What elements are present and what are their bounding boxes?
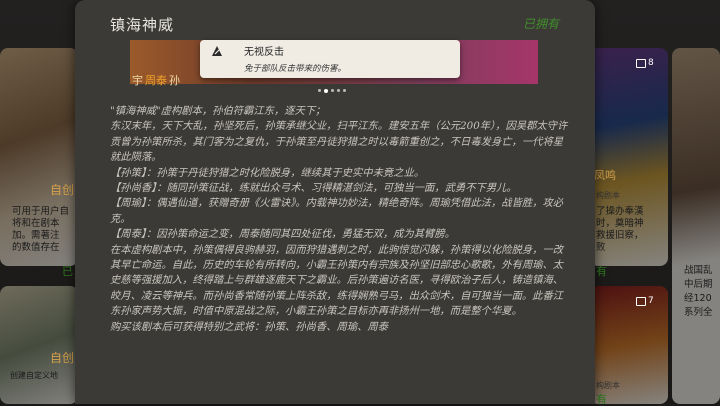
description-paragraph: 【周泰】：因孙策命运之变，周泰随同其四处征伐，勇猛无双，成为其臂膀。 [110, 228, 455, 241]
badge-count: 8 [648, 58, 654, 68]
banner-name: 宇 [132, 74, 143, 87]
scenario-detail-modal: 镇海神威 已拥有 宇 周泰 孙 无视反击 免于部队反击带来的伤害。 "镇海神威"… [75, 0, 595, 404]
scenario-card-custom-map[interactable] [0, 286, 78, 404]
unit-count-badge: 7 [636, 296, 654, 306]
skill-description: 免于部队反击带来的伤害。 [244, 64, 347, 74]
description-paragraph: 【周瑜】：偶遇仙道，获赠奇册《火雷诀》。内载神功妙法，精绝奇阵。周瑜凭借此法，战… [110, 197, 564, 225]
banner-name: 周泰 [145, 74, 167, 87]
scenario-card-warring-states[interactable] [672, 48, 720, 404]
unit-count-badge: 8 [636, 58, 654, 68]
card-title: 凤鸣 [594, 169, 616, 182]
pager-dot[interactable] [343, 89, 346, 92]
description-paragraph: 在本虚构剧本中，孙策偶得良驹赫羽，因而狩猎遇刺之时，此驹惊觉闪躲，孙策得以化险脱… [110, 243, 564, 318]
pager-dot[interactable] [337, 89, 340, 92]
card-subtitle: 构剧本 [596, 381, 620, 390]
card-icon [636, 58, 646, 68]
card-title: 自创 [50, 183, 75, 197]
description-paragraph: 【孙策】：孙策于丹徒狩猎之时化险脱身，继续其于史实中未竟之业。 [110, 166, 425, 179]
card-owned-label: 有 [596, 393, 607, 406]
card-subtitle: 构剧本 [596, 191, 620, 200]
scenario-title: 镇海神威 [110, 16, 175, 34]
card-description: 了操办奉漢 时，奠暗神 救援旧察， 败 [596, 206, 644, 253]
card-title: 自创 [50, 351, 75, 365]
scenario-description: "镇海神威"虚构剧本，孙伯符霸江东，逐天下； 东汉末年，天下大乱，孙坚死后，孙策… [110, 104, 568, 335]
pager-dot[interactable] [318, 89, 321, 92]
description-paragraph: 【孙尚香】：随同孙策征战，练就出众弓术、习得精湛剑法，可独当一面，武勇不下男儿。 [110, 182, 517, 195]
card-description: 战国乱 中后期 经120 系列全 [684, 265, 713, 318]
skill-tooltip: 无视反击 免于部队反击带来的伤害。 [200, 40, 460, 78]
skill-name: 无视反击 [244, 47, 284, 58]
badge-count: 7 [648, 296, 654, 306]
card-icon [636, 296, 646, 306]
pager-dot[interactable] [331, 89, 334, 92]
description-paragraph: 东汉末年，天下大乱，孙坚死后，孙策承继父业，扫平江东。建安五年（公元200年），… [110, 120, 568, 164]
owned-status: 已拥有 [522, 17, 559, 31]
card-description: 创建自定义地 [10, 371, 58, 380]
description-paragraph: 购买该剧本后可获得特别之武将：孙策、孙尚香、周瑜、周泰 [110, 320, 389, 333]
pager-dot-active[interactable] [324, 88, 328, 93]
banner-name: 孙 [169, 74, 180, 87]
card-owned-label: 有 [596, 265, 607, 278]
carousel-pager[interactable] [318, 88, 346, 93]
description-paragraph: "镇海神威"虚构剧本，孙伯符霸江东，逐天下； [110, 105, 326, 117]
card-description: 可用于用户自 将和在剧本 加。需著注 的数值存在 [12, 206, 70, 253]
banner-names: 宇 周泰 孙 [132, 72, 180, 88]
card-owned-label: 已 [62, 265, 73, 278]
skill-emblem-icon [212, 46, 222, 56]
